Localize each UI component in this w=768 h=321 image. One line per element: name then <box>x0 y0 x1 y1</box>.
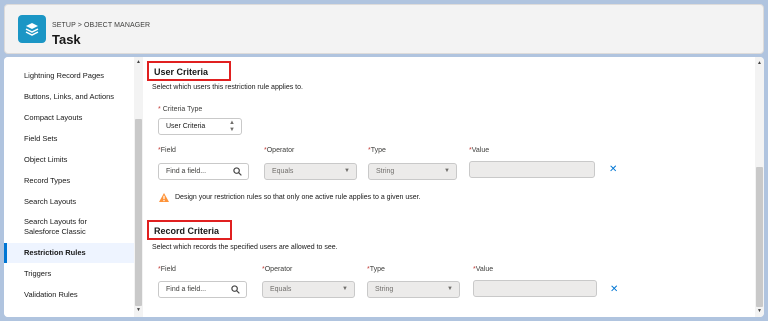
user-criteria-description: Select which users this restriction rule… <box>152 84 303 91</box>
page-header: SETUP > OBJECT MANAGER Task <box>4 4 764 54</box>
search-icon <box>231 285 240 294</box>
criteria-type-label: * Criteria Type <box>158 106 203 113</box>
main-scrollbar[interactable]: ▲ ▼ <box>755 57 764 317</box>
operator-select[interactable]: Equals ▼ <box>264 163 357 180</box>
breadcrumb[interactable]: SETUP > OBJECT MANAGER <box>52 22 150 29</box>
main-panel: User Criteria Select which users this re… <box>143 57 755 317</box>
object-manager-icon <box>18 15 46 43</box>
type-select[interactable]: String ▼ <box>368 163 457 180</box>
criteria-type-select[interactable]: User Criteria ▲ ▼ <box>158 118 242 135</box>
sidebar-item-object-limits[interactable]: Object Limits <box>4 155 134 165</box>
sidebar-item-field-sets[interactable]: Field Sets <box>4 134 134 144</box>
field-label: *Field <box>158 147 176 154</box>
select-updown-icon: ▲ ▼ <box>229 120 235 133</box>
remove-row-icon[interactable]: ✕ <box>610 284 618 295</box>
record-operator-label: *Operator <box>262 266 293 273</box>
chevron-down-icon: ▼ <box>342 286 348 292</box>
sidebar-item-restriction-rules[interactable]: Restriction Rules <box>4 243 134 263</box>
sidebar-item-lightning-record-pages[interactable]: Lightning Record Pages <box>4 71 134 81</box>
record-criteria-heading: Record Criteria <box>147 220 232 240</box>
sidebar-item-buttons-links-actions[interactable]: Buttons, Links, and Actions <box>4 92 134 102</box>
record-type-select[interactable]: String ▼ <box>367 281 460 298</box>
remove-row-icon[interactable]: ✕ <box>609 164 617 175</box>
record-value-input[interactable] <box>473 280 597 297</box>
sidebar-item-validation-rules[interactable]: Validation Rules <box>4 290 134 300</box>
field-search-input[interactable]: Find a field... <box>158 163 249 180</box>
record-type-label: *Type <box>367 266 385 273</box>
operator-label: *Operator <box>264 147 295 154</box>
sidebar-item-search-layouts[interactable]: Search Layouts <box>4 197 134 207</box>
value-label: *Value <box>469 147 490 154</box>
record-field-label: *Field <box>158 266 176 273</box>
type-label: *Type <box>368 147 386 154</box>
record-field-search-input[interactable]: Find a field... <box>158 281 247 298</box>
scroll-up-icon[interactable]: ▲ <box>136 59 141 65</box>
search-icon <box>233 167 242 176</box>
sidebar-scrollbar[interactable]: ▲ ▼ <box>134 57 143 317</box>
scroll-down-icon[interactable]: ▼ <box>136 307 141 313</box>
user-criteria-heading: User Criteria <box>147 61 231 81</box>
chevron-down-icon: ▼ <box>447 286 453 292</box>
warning-text: Design your restriction rules so that on… <box>175 194 421 201</box>
sidebar: Lightning Record Pages Buttons, Links, a… <box>4 57 134 317</box>
record-operator-select[interactable]: Equals ▼ <box>262 281 355 298</box>
value-input[interactable] <box>469 161 595 178</box>
sidebar-item-record-types[interactable]: Record Types <box>4 176 134 186</box>
chevron-down-icon: ▼ <box>444 168 450 174</box>
record-value-label: *Value <box>473 266 494 273</box>
sidebar-scroll-thumb[interactable] <box>135 119 142 306</box>
scroll-down-icon[interactable]: ▼ <box>757 308 762 314</box>
chevron-down-icon: ▼ <box>344 168 350 174</box>
sidebar-item-triggers[interactable]: Triggers <box>4 269 134 279</box>
sidebar-item-search-layouts-classic-line2[interactable]: Salesforce Classic <box>4 227 134 237</box>
page-title: Task <box>52 32 81 47</box>
scroll-up-icon[interactable]: ▲ <box>757 60 762 66</box>
record-criteria-description: Select which records the specified users… <box>152 244 338 251</box>
sidebar-item-compact-layouts[interactable]: Compact Layouts <box>4 113 134 123</box>
main-scroll-thumb[interactable] <box>756 167 763 307</box>
warning-icon <box>159 193 169 202</box>
sidebar-item-search-layouts-classic[interactable]: Search Layouts for <box>4 217 134 227</box>
content-card: Lightning Record Pages Buttons, Links, a… <box>4 57 764 317</box>
